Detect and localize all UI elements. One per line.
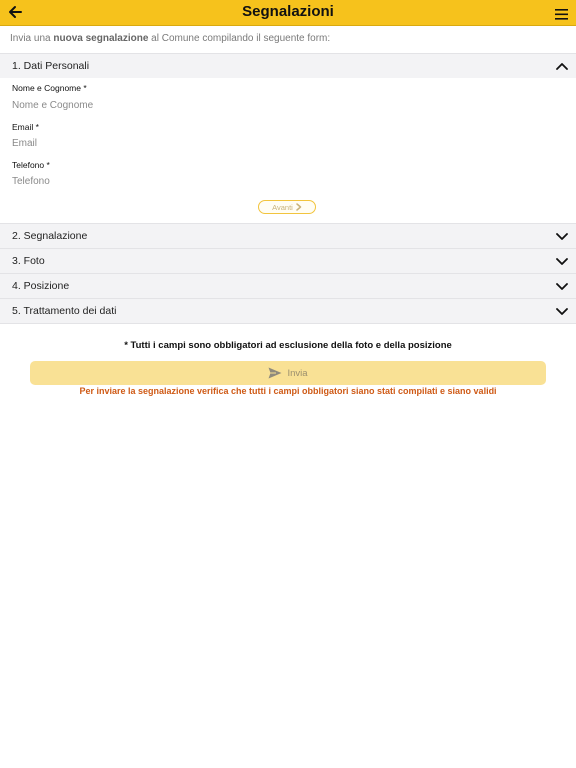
section-label: 4. Posizione <box>12 280 70 292</box>
section-label: 5. Trattamento dei dati <box>12 305 117 317</box>
chevron-up-icon <box>556 63 568 70</box>
section-trattamento-dati[interactable]: 5. Trattamento dei dati <box>0 298 576 324</box>
send-icon <box>268 367 282 379</box>
section-posizione[interactable]: 4. Posizione <box>0 273 576 298</box>
telefono-input[interactable] <box>0 172 576 190</box>
section-label: 2. Segnalazione <box>12 230 88 242</box>
avanti-label: Avanti <box>272 202 293 212</box>
intro-suffix: al Comune compilando il seguente form: <box>148 33 331 44</box>
app-header: Segnalazioni <box>0 0 576 26</box>
required-fields-note: * Tutti i campi sono obbligatori ad escl… <box>124 340 452 351</box>
chevron-down-icon <box>556 308 568 315</box>
intro-prefix: Invia una <box>10 33 54 44</box>
field-label-nome: Nome e Cognome * <box>12 83 87 93</box>
validation-message: Per inviare la segnalazione verifica che… <box>79 386 497 396</box>
menu-button[interactable] <box>555 7 568 20</box>
chevron-down-icon <box>556 283 568 290</box>
section-foto[interactable]: 3. Foto <box>0 248 576 273</box>
section-segnalazione[interactable]: 2. Segnalazione <box>0 223 576 248</box>
invia-label: Invia <box>287 367 308 379</box>
chevron-down-icon <box>556 258 568 265</box>
nome-cognome-input[interactable] <box>0 96 576 114</box>
intro-bold: nuova segnalazione <box>53 33 149 44</box>
hamburger-menu-icon <box>555 9 568 20</box>
chevron-right-icon <box>296 203 302 211</box>
chevron-down-icon <box>556 233 568 240</box>
field-label-email: Email * <box>12 122 39 132</box>
intro-text: Invia una nuova segnalazione al Comune c… <box>10 33 330 44</box>
page-title: Segnalazioni <box>242 3 334 20</box>
avanti-button[interactable]: Avanti <box>258 200 316 214</box>
field-label-telefono: Telefono * <box>12 160 50 170</box>
section-dati-personali[interactable]: 1. Dati Personali <box>0 53 576 78</box>
email-input[interactable] <box>0 134 576 152</box>
invia-button[interactable]: Invia <box>30 361 546 385</box>
section-label: 3. Foto <box>12 255 45 267</box>
section-label: 1. Dati Personali <box>12 60 90 72</box>
